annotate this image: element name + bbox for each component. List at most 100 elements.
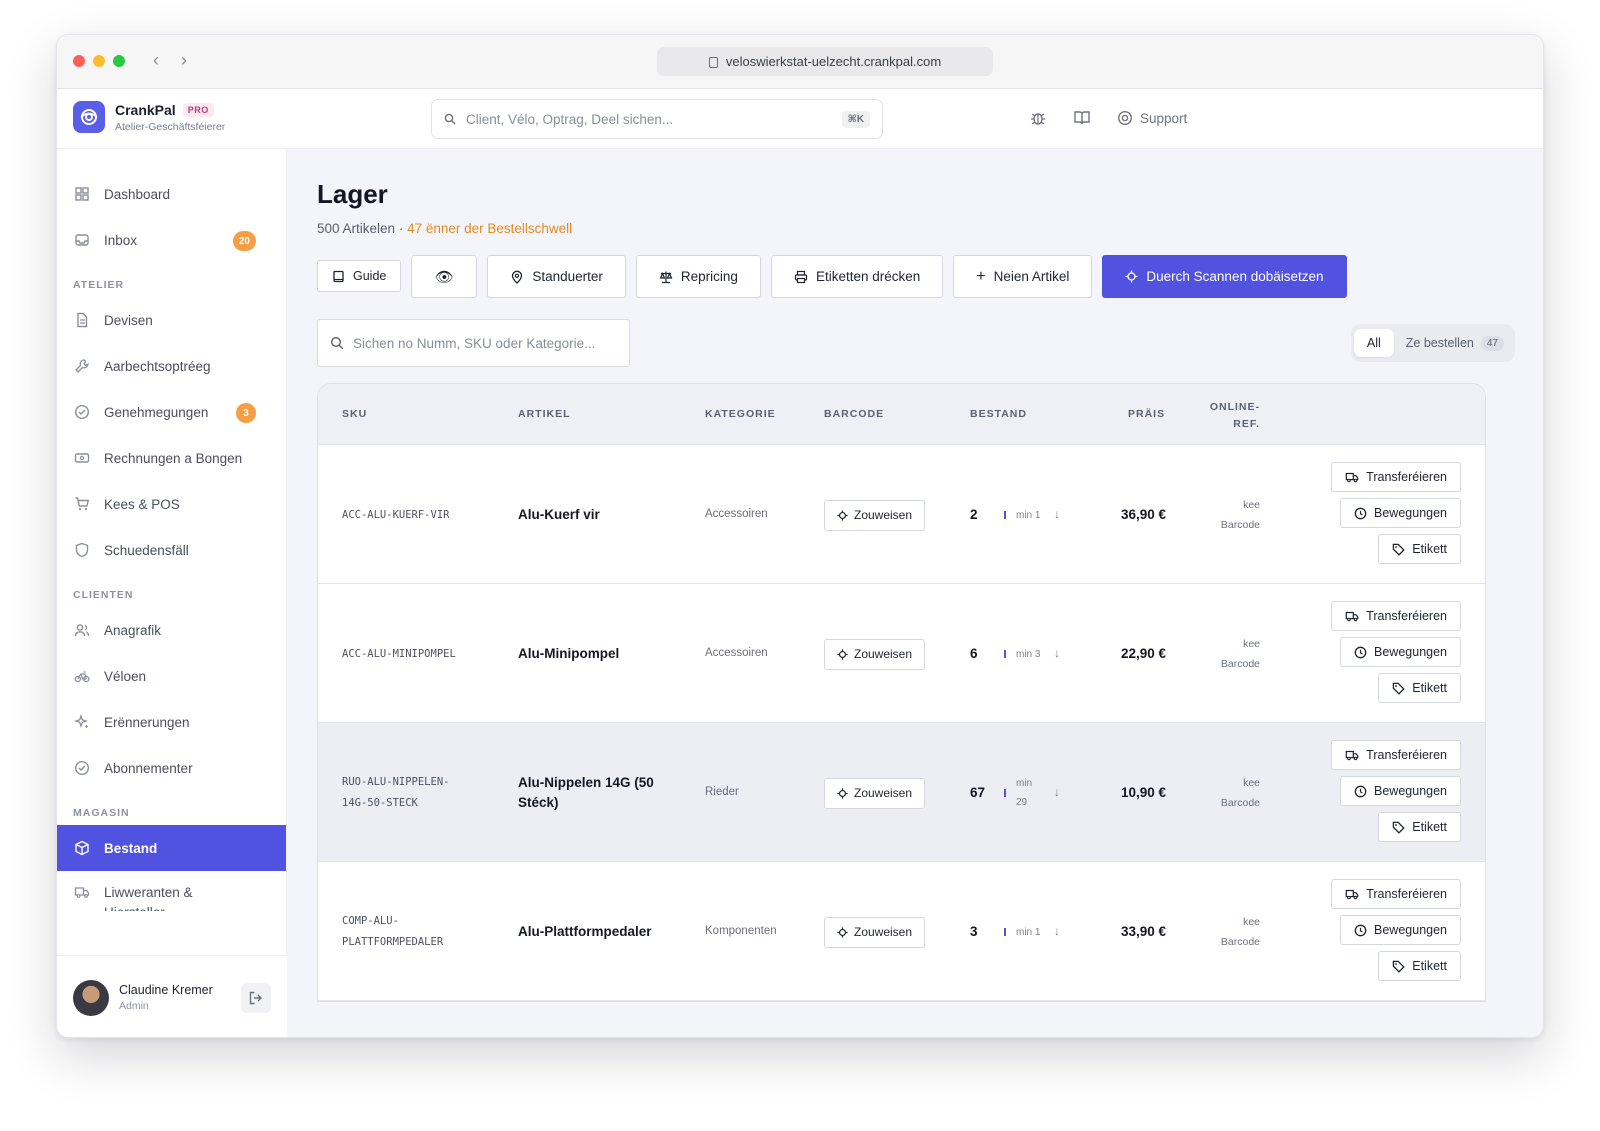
arrow-down-icon[interactable]: ↓: [1054, 924, 1060, 938]
assign-barcode-button[interactable]: Zouweisen: [824, 499, 926, 531]
logout-icon: [249, 991, 262, 1004]
article-name-line-1: Alu-Plattformpedaler: [518, 924, 652, 939]
scan-add-button[interactable]: Duerch Scannen dobäisetzen: [1102, 255, 1347, 298]
truck-icon: [1345, 611, 1359, 622]
tag-icon: [1392, 821, 1405, 834]
column-header-sku[interactable]: SKU: [342, 408, 367, 420]
transfer-button[interactable]: Transferéieren: [1331, 462, 1461, 492]
column-header-barcode[interactable]: BARCODE: [824, 408, 884, 420]
sidebar-item-kees-pos[interactable]: Kees & POS: [57, 481, 286, 527]
label-button[interactable]: Etikett: [1378, 951, 1461, 981]
article-name[interactable]: Alu-Kuerf vir: [518, 505, 678, 525]
min-stock: min 1: [1016, 506, 1040, 525]
segment-to-order[interactable]: Ze bestellen 47: [1398, 329, 1512, 358]
label-button[interactable]: Etikett: [1378, 673, 1461, 703]
arrow-down-icon[interactable]: ↓: [1054, 785, 1060, 799]
minimize-window-button[interactable]: [93, 55, 105, 67]
sidebar-item-dashboard[interactable]: Dashboard: [57, 171, 286, 217]
crosshair-icon: [837, 509, 848, 521]
online-ref-none: kee: [1243, 499, 1260, 511]
arrow-down-icon[interactable]: ↓: [1054, 646, 1060, 660]
address-bar[interactable]: veloswierkstat-uelzecht.crankpal.com: [657, 47, 993, 76]
repricing-button[interactable]: Repricing: [635, 255, 761, 298]
movements-button[interactable]: Bewegungen: [1340, 498, 1461, 528]
transfer-button[interactable]: Transferéieren: [1331, 879, 1461, 909]
online-ref-header-line2: REF.: [1233, 418, 1260, 430]
article-name[interactable]: Alu-Minipompel: [518, 644, 678, 664]
sidebar-item-schuedensfaell[interactable]: Schuedensfäll: [57, 527, 286, 573]
shield-icon: [73, 541, 91, 559]
label-button-label: Etikett: [1412, 820, 1447, 834]
visibility-toggle-button[interactable]: 👁: [411, 255, 478, 298]
logout-button[interactable]: [241, 982, 271, 1013]
article-search-input[interactable]: Sichen no Numm, SKU oder Kategorie...: [317, 319, 630, 367]
sidebar-item-inbox[interactable]: Inbox 20: [57, 217, 286, 263]
column-header-kategorie[interactable]: KATEGORIE: [705, 408, 776, 420]
column-header-online-ref[interactable]: ONLINE- REF.: [1198, 399, 1260, 433]
new-item-button[interactable]: + Neien Artikel: [953, 255, 1093, 298]
clock-icon: [1354, 785, 1367, 797]
plus-icon: +: [976, 267, 986, 285]
transfer-button[interactable]: Transferéieren: [1331, 601, 1461, 631]
label-button[interactable]: Etikett: [1378, 534, 1461, 564]
print-labels-button[interactable]: Etiketten drécken: [770, 255, 944, 298]
movements-button[interactable]: Bewegungen: [1340, 915, 1461, 945]
forward-arrow-icon[interactable]: ›: [177, 50, 191, 71]
assign-barcode-button[interactable]: Zouweisen: [824, 916, 926, 948]
table-row[interactable]: ACC-ALU-MINIPOMPEL Alu-Minipompel Access…: [318, 584, 1485, 723]
table-row[interactable]: COMP-ALU- PLATTFORMPEDALER Alu-Plattformp…: [318, 862, 1485, 1001]
arrow-down-icon[interactable]: ↓: [1054, 507, 1060, 521]
movements-button[interactable]: Bewegungen: [1340, 637, 1461, 667]
label-button[interactable]: Etikett: [1378, 812, 1461, 842]
sidebar-item-devisen[interactable]: Devisen: [57, 297, 286, 343]
pro-badge: PRO: [182, 102, 214, 117]
brand[interactable]: CrankPal PRO Atelier-Geschäftsféierer: [73, 101, 225, 133]
close-window-button[interactable]: [73, 55, 85, 67]
sidebar-item-abonnementer[interactable]: Abonnementer: [57, 745, 286, 791]
inbox-count-badge: 20: [232, 231, 256, 251]
back-arrow-icon[interactable]: ‹: [149, 50, 163, 71]
movements-button[interactable]: Bewegungen: [1340, 776, 1461, 806]
sidebar-item-veloen[interactable]: Véloen: [57, 653, 286, 699]
column-header-praeis[interactable]: PRÄIS: [1128, 408, 1165, 420]
sidebar-item-rechnungen[interactable]: Rechnungen a Bongen: [57, 435, 286, 481]
sidebar-item-genehmegungen[interactable]: Genehmegungen 3: [57, 389, 286, 435]
sidebar-item-label: Aarbechtsoptréeg: [104, 358, 211, 374]
sidebar-item-anagrafik[interactable]: Anagrafik: [57, 607, 286, 653]
assign-barcode-button[interactable]: Zouweisen: [824, 777, 926, 809]
segment-all[interactable]: All: [1353, 329, 1394, 357]
guide-button[interactable]: Guide: [317, 260, 402, 292]
online-ref-cell: kee Barcode: [1198, 773, 1260, 813]
article-name[interactable]: Alu-Nippelen 14G (50 Stéck): [518, 773, 678, 813]
sidebar-item-aarbechtsoptreeg[interactable]: Aarbechtsoptréeg: [57, 343, 286, 389]
column-header-artikel[interactable]: ARTIKEL: [518, 408, 571, 420]
truck-icon: [1345, 472, 1359, 483]
online-ref-barcode: Barcode: [1220, 797, 1260, 809]
table-row[interactable]: ACC-ALU-KUERF-VIR Alu-Kuerf vir Accessoi…: [318, 445, 1485, 584]
sidebar-item-liwweranten[interactable]: Liwweranten & Hiersteller: [57, 871, 286, 911]
column-header-bestand[interactable]: BESTAND: [970, 408, 1027, 420]
bug-icon[interactable]: [1029, 109, 1047, 127]
avatar[interactable]: [73, 979, 109, 1016]
print-labels-label: Etiketten drécken: [815, 269, 921, 284]
book-icon[interactable]: [1073, 109, 1091, 127]
zoom-window-button[interactable]: [113, 55, 125, 67]
inventory-table: SKU ARTIKEL KATEGORIE BARCODE BESTAND PR…: [317, 383, 1486, 1002]
sidebar-item-erennerungen[interactable]: Erënnerungen: [57, 699, 286, 745]
approvals-count-badge: 3: [236, 403, 256, 423]
sku-cell: ACC-ALU-KUERF-VIR: [342, 505, 482, 526]
transfer-button[interactable]: Transferéieren: [1331, 740, 1461, 770]
movements-label: Bewegungen: [1374, 784, 1447, 798]
support-link[interactable]: Support: [1117, 110, 1187, 126]
table-row[interactable]: RUO-ALU-NIPPELEN- 14G-50-STECK Alu-Nippel…: [318, 723, 1485, 862]
global-search-input[interactable]: Client, Vélo, Optrag, Deel sichen... ⌘K: [431, 99, 883, 139]
assign-barcode-button[interactable]: Zouweisen: [824, 638, 926, 670]
sku-cell: ACC-ALU-MINIPOMPEL: [342, 644, 482, 665]
article-name[interactable]: Alu-Plattformpedaler: [518, 922, 678, 942]
sidebar-item-bestand[interactable]: Bestand: [57, 825, 286, 871]
category-cell: Komponenten: [705, 925, 777, 937]
section-title-clienten: CLIENTEN: [73, 589, 134, 601]
below-threshold-link[interactable]: 47 ënner der Bestellschwell: [407, 221, 572, 236]
browser-nav: ‹ ›: [149, 50, 191, 71]
locations-button[interactable]: Standuerter: [487, 255, 626, 298]
